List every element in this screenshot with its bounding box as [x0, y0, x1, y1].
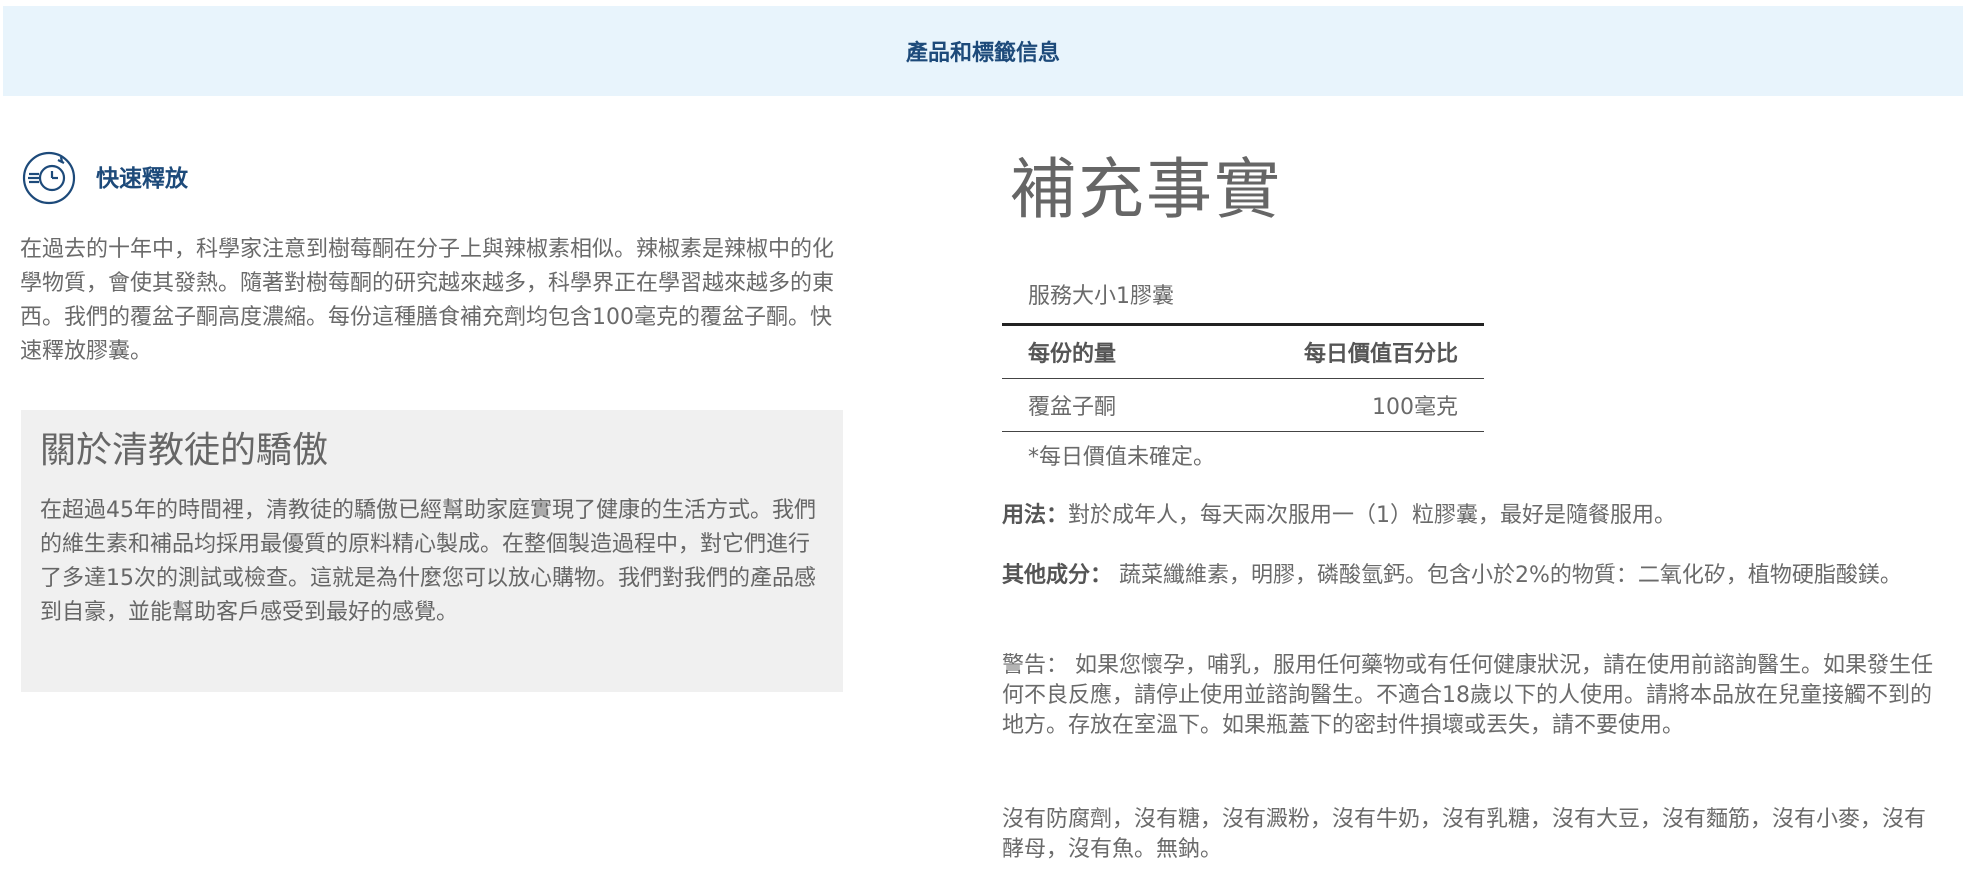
about-title: 關於清教徒的驕傲: [40, 430, 329, 471]
daily-value-note: *每日價值未確定。: [1028, 445, 1216, 470]
release-label: 快速釋放: [96, 166, 188, 192]
usage-label: 用法：: [1002, 503, 1069, 528]
other-ingredients-text: 蔬菜纖維素，明膠，磷酸氫鈣。包含小於2%的物質：二氧化矽，植物硬脂酸鎂。: [1112, 563, 1902, 588]
about-paragraph: 在超過45年的時間裡，清教徒的驕傲已經幫助家庭實現了健康的生活方式。我們的維生素…: [40, 498, 816, 625]
serving-size: 服務大小1膠囊: [1002, 270, 1484, 326]
header-amount-per-serving: 每份的量: [1028, 342, 1117, 367]
other-ingredients-label: 其他成分：: [1002, 563, 1113, 588]
header-bar: 產品和標籤信息: [3, 6, 1963, 96]
intro-paragraph: 在過去的十年中，科學家注意到樹莓酮在分子上與辣椒素相似。辣椒素是辣椒中的化學物質…: [20, 237, 835, 364]
table-header-row: 每份的量 每日價值百分比: [1002, 326, 1484, 379]
ingredient-name: 覆盆子酮: [1028, 395, 1117, 420]
supplement-facts-title: 補充事實: [1010, 151, 1282, 228]
ingredient-amount: 100毫克: [1372, 395, 1458, 420]
timer-release-icon: [22, 151, 76, 205]
left-column: 快速釋放 在過去的十年中，科學家注意到樹莓酮在分子上與辣椒素相似。辣椒素是辣椒中…: [20, 145, 850, 369]
about-box: 關於清教徒的驕傲 在超過45年的時間裡，清教徒的驕傲已經幫助家庭實現了健康的生活…: [21, 410, 843, 692]
other-ingredients-paragraph: 其他成分： 蔬菜纖維素，明膠，磷酸氫鈣。包含小於2%的物質：二氧化矽，植物硬脂酸…: [1002, 561, 1942, 591]
supplement-facts-table: 服務大小1膠囊 每份的量 每日價值百分比 覆盆子酮 100毫克 *每日價值未確定…: [1002, 270, 1484, 484]
right-column: 補充事實 服務大小1膠囊 每份的量 每日價值百分比 覆盆子酮 100毫克 *每日…: [1002, 150, 1942, 862]
warning-paragraph: 警告： 如果您懷孕，哺乳，服用任何藥物或有任何健康狀況，請在使用前諮詢醫生。如果…: [1002, 653, 1933, 738]
free-from-paragraph: 沒有防腐劑，沒有糖，沒有澱粉，沒有牛奶，沒有乳糖，沒有大豆，沒有麵筋，沒有小麥，…: [1002, 807, 1927, 862]
release-row: 快速釋放: [20, 145, 850, 207]
usage-text: 對於成年人，每天兩次服用一（1）粒膠囊，最好是隨餐服用。: [1068, 503, 1677, 528]
header-daily-value: 每日價值百分比: [1303, 342, 1458, 367]
table-row: 覆盆子酮 100毫克: [1002, 379, 1484, 432]
page-title: 產品和標籤信息: [905, 41, 1060, 66]
usage-paragraph: 用法：對於成年人，每天兩次服用一（1）粒膠囊，最好是隨餐服用。: [1002, 501, 1942, 531]
